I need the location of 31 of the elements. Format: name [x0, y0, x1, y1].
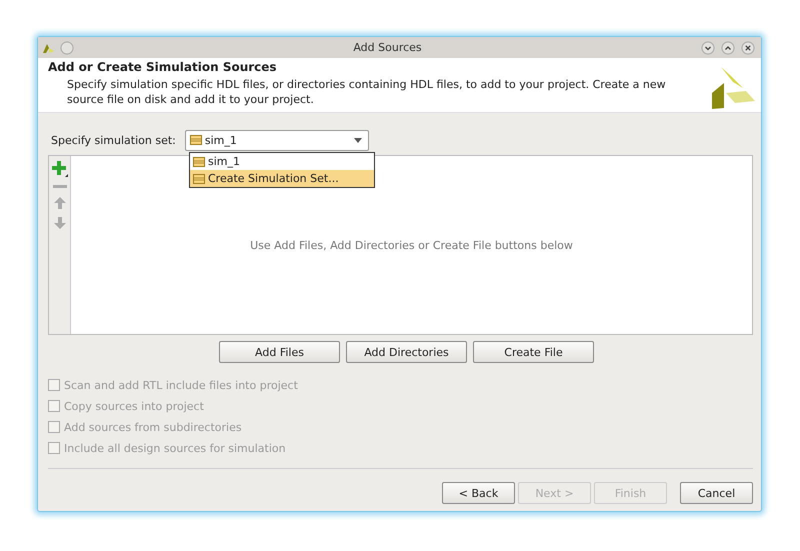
dropdown-option[interactable]: Create Simulation Set...: [190, 170, 374, 187]
list-action-button[interactable]: Add Directories: [346, 341, 467, 363]
page-description: Specify simulation specific HDL files, or directories containing HDL files, to add to your project. Create a new source file on disk and add it to your project.: [66, 77, 667, 107]
checkbox-label: Scan and add RTL include files into project: [64, 378, 298, 392]
minimize-icon[interactable]: [701, 40, 715, 54]
page-title: Add or Create Simulation Sources: [48, 60, 278, 74]
app-logo-icon: [42, 42, 54, 54]
logo-icon: [711, 66, 755, 110]
folder-icon: [193, 156, 205, 166]
folder-icon: [193, 174, 205, 184]
window-title: Add Sources: [352, 41, 423, 54]
close-icon[interactable]: [741, 40, 755, 54]
up-arrow-icon[interactable]: [54, 197, 66, 209]
checkbox-label: Include all design sources for simulation: [64, 442, 286, 454]
wizard-button[interactable]: Cancel: [680, 482, 753, 504]
folder-icon: [190, 135, 202, 145]
dropdown-option[interactable]: sim_1: [190, 153, 374, 170]
circle-button-icon[interactable]: [60, 40, 74, 54]
down-arrow-icon[interactable]: [54, 217, 66, 229]
caret-icon: [354, 138, 362, 142]
maximize-icon[interactable]: [721, 40, 735, 54]
remove-icon[interactable]: [52, 185, 66, 189]
wizard-button[interactable]: < Back: [442, 482, 515, 504]
simulation-set-label: Specify simulation set:: [51, 134, 176, 146]
checkbox-label: Copy sources into project: [64, 400, 204, 412]
list-action-button[interactable]: Create File: [473, 341, 594, 363]
simulation-set-dropdown[interactable]: sim_1: [184, 130, 369, 150]
file-list-placeholder: Use Add Files, Add Directories or Create File buttons below: [250, 238, 573, 252]
add-icon[interactable]: [52, 161, 68, 177]
checkbox-label: Add sources from subdirectories: [64, 420, 242, 434]
list-action-button[interactable]: Add Files: [219, 341, 340, 363]
